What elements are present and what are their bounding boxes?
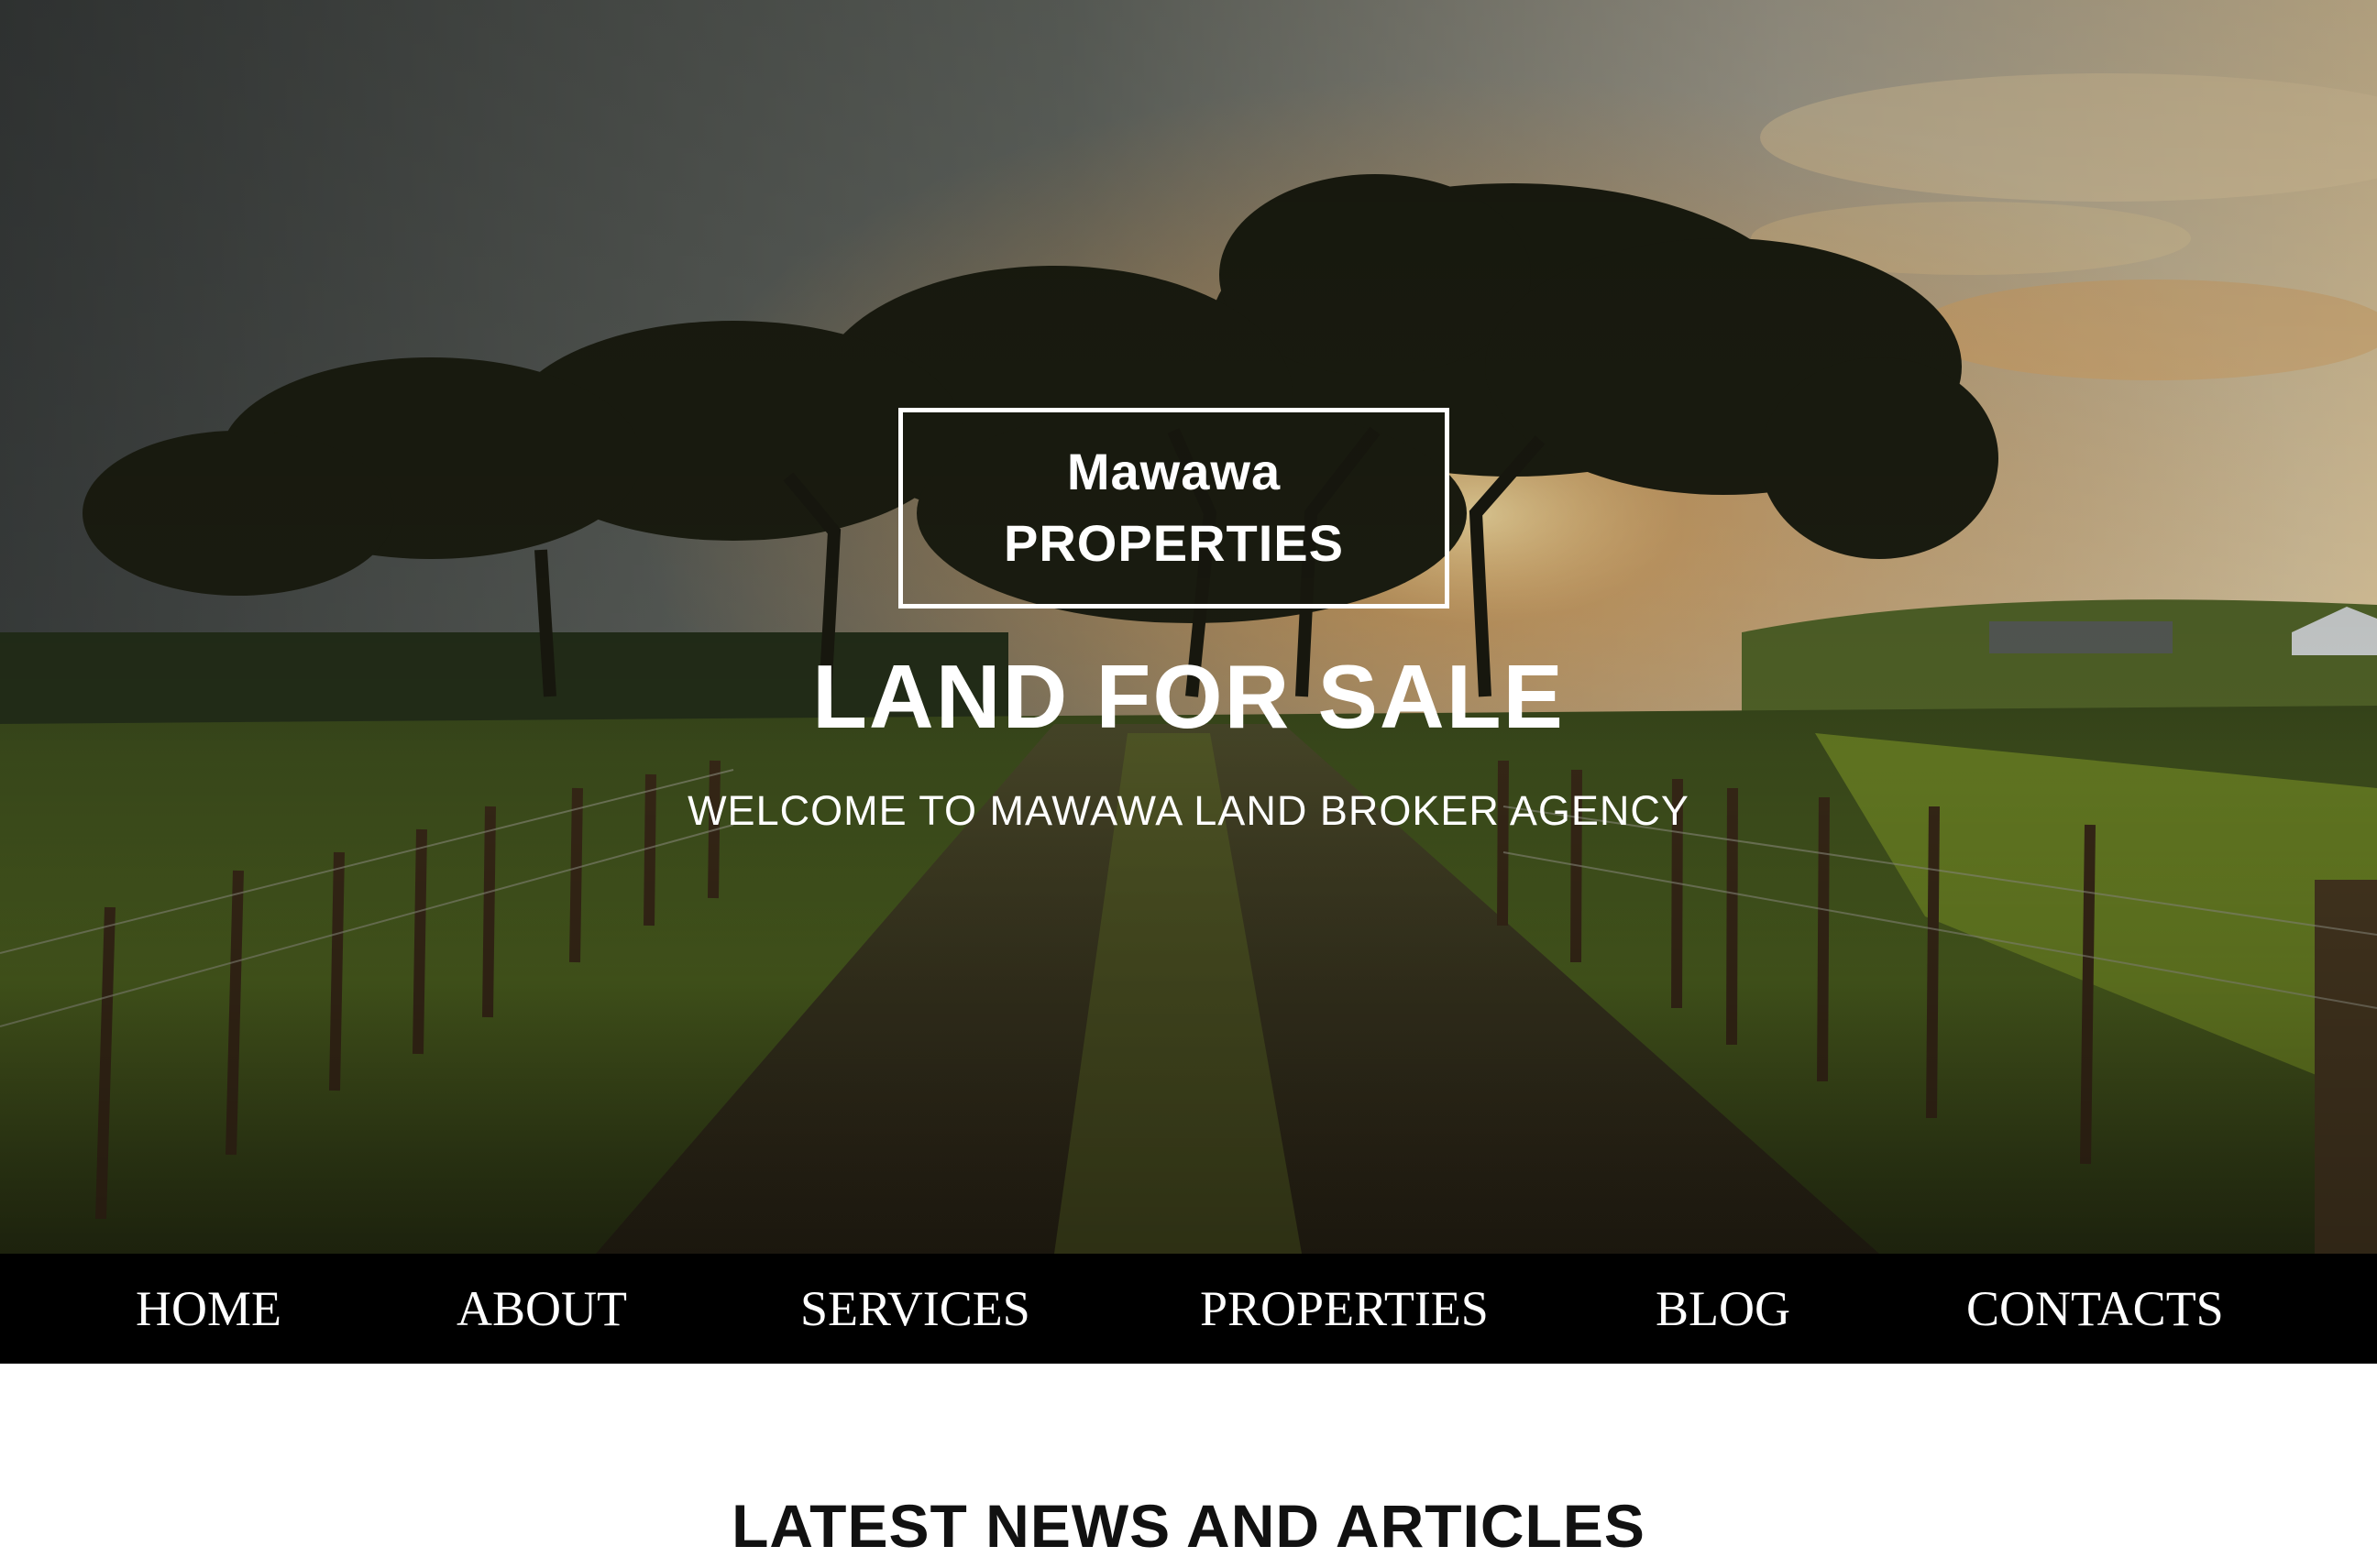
news-section-title: LATEST NEWS AND ARTICLES [732,1492,1645,1560]
nav-item-about[interactable]: ABOUT [457,1254,627,1364]
brand-logo[interactable]: Mawawa PROPERTIES [898,408,1449,609]
hero-subtitle: WELCOME TO MAWAWA LAND BROKER AGENCY [688,787,1689,834]
main-navigation: HOME ABOUT SERVICES PROPERTIES BLOG CONT… [0,1254,2377,1364]
hero-section: Mawawa PROPERTIES LAND FOR SALE WELCOME … [0,0,2377,1254]
brand-tagline: PROPERTIES [1004,513,1344,572]
hero-title: LAND FOR SALE [812,646,1565,747]
nav-item-blog[interactable]: BLOG [1656,1254,1790,1364]
nav-item-home[interactable]: HOME [136,1254,281,1364]
brand-name: Mawawa [1066,442,1282,500]
nav-item-contacts[interactable]: CONTACTS [1966,1254,2224,1364]
nav-item-services[interactable]: SERVICES [800,1254,1030,1364]
hero-background-image [0,0,2377,1254]
nav-item-properties[interactable]: PROPERTIES [1200,1254,1489,1364]
